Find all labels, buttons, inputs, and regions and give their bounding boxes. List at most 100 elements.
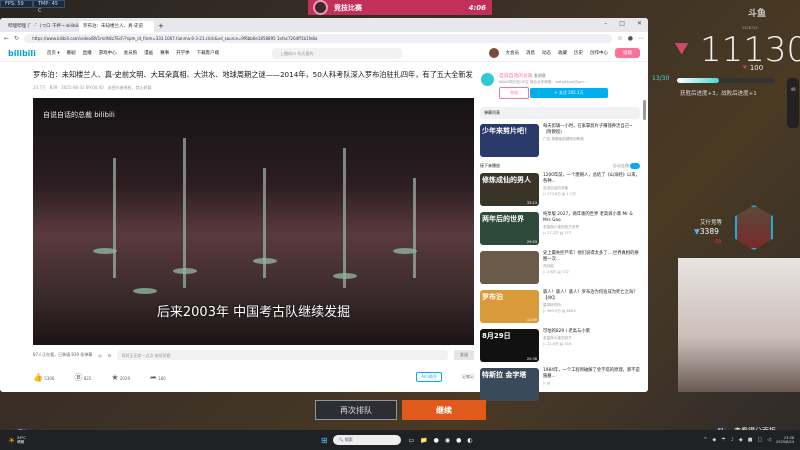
video-subtitle: 后来2003年 中国考古队继续发掘 bbox=[156, 305, 351, 320]
rec-card[interactable]: 特斯拉 金字塔 1984年，一个工程师破解了金字塔的原理，那不是陵墓... ▷ … bbox=[480, 368, 640, 401]
autoplay-toggle[interactable]: 自动连播 bbox=[613, 163, 640, 169]
rec-duration: 20:38 bbox=[526, 357, 537, 361]
nav-download[interactable]: 下载客户端 bbox=[197, 50, 220, 56]
rec-uploader[interactable]: 星球研究所 bbox=[543, 303, 640, 308]
maximize-button[interactable]: □ bbox=[619, 20, 625, 27]
copyright-note: 未经作者授权，禁止转载 bbox=[107, 85, 152, 90]
more-icon[interactable]: ⋯ bbox=[638, 35, 644, 42]
taskbar-search[interactable]: 🔍 搜索 bbox=[332, 435, 401, 445]
rec-uploader[interactable]: 亮剑组 bbox=[543, 264, 640, 269]
video-player[interactable]: 自说自话的总裁 bilibili 后来2003年 中国考古队继续发掘 bbox=[33, 98, 474, 345]
search-input[interactable]: 上播的cs 的天意的 bbox=[272, 48, 402, 59]
rec-thumbnail: 特斯拉 金字塔 bbox=[480, 368, 539, 401]
weather[interactable]: 29°C 晴朗 bbox=[17, 436, 26, 444]
rec-thumbnail bbox=[480, 251, 539, 284]
rec-card[interactable]: 罗布泊 12:09 骇人！骇人！骇人！罗布泊为何会成为死亡之海？【4K】 星球研究… bbox=[480, 290, 640, 323]
requeue-button[interactable]: 再次排队 bbox=[315, 400, 397, 420]
match-timer: 4:06 bbox=[468, 3, 486, 12]
scrollbar[interactable] bbox=[643, 100, 646, 120]
nav-creator[interactable]: 创作中心 bbox=[590, 50, 608, 56]
rec-uploader[interactable]: 老高與小茉的官方世界 bbox=[543, 225, 640, 230]
uploader-avatar[interactable] bbox=[480, 72, 495, 87]
new-tab-button[interactable]: + bbox=[158, 22, 164, 30]
fps-counter: FPS: 59 bbox=[0, 0, 33, 8]
nav-esports[interactable]: 赛事 bbox=[160, 50, 169, 56]
minimize-button[interactable]: – bbox=[604, 20, 607, 27]
follow-button[interactable]: + 关注 205.1万 bbox=[530, 88, 608, 98]
rec-title: 1200年前，一个唐朝人，总结了《山海经》以来，各种... bbox=[543, 173, 640, 184]
taskbar-apps[interactable]: ▭📁●◉●◐ bbox=[409, 437, 479, 444]
rec-title: 纯享版 2027，两年後的世界 老高與小茉 Mr & Mrs Gao bbox=[543, 212, 633, 223]
danmaku-toggle-icon[interactable]: ◎ bbox=[98, 353, 102, 358]
rec-card[interactable]: 两年后的世界 29:53 纯享版 2027，两年後的世界 老高與小茉 Mr & M… bbox=[480, 212, 640, 245]
send-button[interactable]: 发送 bbox=[454, 350, 474, 360]
user-avatar[interactable] bbox=[488, 48, 499, 58]
nav-anime[interactable]: 番剧 bbox=[67, 50, 76, 56]
rec-duration: 12:09 bbox=[526, 318, 537, 322]
rec-card[interactable]: 8月29日 20:38 可怕的829丨老高与小茉 老高與小茉的官方 ▷ 22.9万… bbox=[480, 329, 640, 362]
coin-button[interactable]: Ⓑ 822 bbox=[74, 372, 91, 383]
nav-manga[interactable]: 漫画 bbox=[144, 50, 153, 56]
upload-button[interactable]: 投稿 bbox=[615, 48, 640, 58]
rec-duration: 33:13 bbox=[526, 201, 537, 205]
progress-bar bbox=[677, 78, 775, 83]
rec-stats: ▷ 569.5万 ▤ 6063 bbox=[543, 309, 576, 313]
danmaku-input[interactable]: 再转正还差一点点 继续答题 bbox=[117, 350, 448, 360]
weather-icon[interactable]: ☀ bbox=[8, 436, 15, 445]
nav-school[interactable]: 开学季 bbox=[176, 50, 190, 56]
match-banner: 竞技比赛 4:06 bbox=[308, 0, 492, 15]
ai-assistant-button[interactable]: AI小助手 bbox=[416, 372, 442, 382]
rec-stats: ▷ 17.2万 ▤ 177 bbox=[543, 231, 572, 235]
nav-dynamic[interactable]: 动态 bbox=[542, 50, 551, 56]
taskbar: ☀ 29°C 晴朗 ⊞ 🔍 搜索 ▭📁●◉●◐ ^◆☂♪◆■□◁ 23:38 202… bbox=[0, 430, 800, 450]
system-tray[interactable]: ^◆☂♪◆■□◁ bbox=[703, 437, 776, 443]
rec-thumbnail: 8月29日 20:38 bbox=[480, 329, 539, 362]
tab-bilibili-home[interactable]: 哔哩哔哩 (゜-゜)つロ 干杯~-bilibili bbox=[4, 21, 79, 32]
ad-title: 每天剪辑一小时，在家靠剪片子赚钱养活自己~（附教程） bbox=[543, 124, 633, 135]
rec-title: 史上最失控芦苇！他们说得太多了....世界真相的拼图一次... bbox=[543, 251, 639, 262]
message-button[interactable]: 发消息 bbox=[534, 73, 546, 78]
nav-mall[interactable]: 会员购 bbox=[124, 50, 138, 56]
rec-card[interactable]: 修炼成仙的男人 33:13 1200年前，一个唐朝人，总结了《山海经》以来，各种.… bbox=[480, 173, 640, 206]
publish-date: 2025-08-31 09:00:00 bbox=[61, 85, 104, 90]
danmaku-list-toggle[interactable]: 弹幕列表 bbox=[480, 107, 640, 119]
like-button[interactable]: 👍 5300 bbox=[33, 373, 54, 382]
notes-button[interactable]: 记笔记 bbox=[462, 374, 474, 380]
danmaku-settings-icon[interactable]: ⚙ bbox=[108, 353, 112, 358]
star-icon[interactable]: ☆ bbox=[617, 35, 622, 42]
rec-uploader[interactable]: 老高與小茉的官方 bbox=[543, 336, 590, 341]
uploader-name[interactable]: 自说自话的总裁 bbox=[499, 74, 533, 79]
clock[interactable]: 23:38 2025/8/24 bbox=[776, 436, 794, 444]
uploader-card: 自说自话的总裁 发消息 bilibili知识区UP主 商业合作邮箱：softal… bbox=[480, 72, 640, 99]
close-button[interactable]: ✕ bbox=[637, 20, 642, 27]
nav-live[interactable]: 直播 bbox=[83, 50, 92, 56]
nav-vip[interactable]: 大会员 bbox=[506, 50, 520, 56]
start-icon[interactable]: ⊞ bbox=[321, 436, 328, 445]
nav-messages[interactable]: 消息 bbox=[526, 50, 535, 56]
player-rank: ▼3389 bbox=[694, 227, 719, 236]
ad-card[interactable]: 少年来剪片吧！ 每天剪辑一小时，在家靠剪片子赚钱养活自己~（附教程） 广告 零基础… bbox=[480, 124, 640, 157]
continue-button[interactable]: 继续 bbox=[402, 400, 486, 420]
profile-icon[interactable]: ● bbox=[628, 35, 633, 42]
charge-button[interactable]: 充电 bbox=[499, 87, 529, 99]
address-bar[interactable]: https://www.bilibili.com/video/BV1mdh8z7… bbox=[24, 34, 613, 43]
watching-count: 87人正在看，已装填 839 条弹幕 bbox=[33, 352, 93, 357]
bilibili-logo[interactable]: bilibili bbox=[8, 49, 36, 58]
nav-games[interactable]: 游戏中心 bbox=[99, 50, 117, 56]
reload-icon[interactable]: ↻ bbox=[14, 35, 19, 42]
nav-favorites[interactable]: 收藏 bbox=[558, 50, 567, 56]
tab-video[interactable]: 罗布泊：未知楼兰人、真-史前 bbox=[79, 21, 154, 32]
back-icon[interactable]: ← bbox=[4, 35, 9, 42]
progress-note: 获胜后进度+3，战败后进度+1 bbox=[680, 91, 757, 97]
ad-source: 零基础剪辑特训教程 bbox=[551, 137, 584, 141]
rec-title: 1984年，一个工程师破解了金字塔的原理，那不是陵墓... bbox=[543, 368, 640, 379]
rec-card[interactable]: 史上最失控芦苇！他们说得太多了....世界真相的拼图一次... 亮剑组 ▷ 2.… bbox=[480, 251, 640, 284]
sidebar: 自说自话的总裁 发消息 bilibili知识区UP主 商业合作邮箱：softal… bbox=[480, 72, 640, 401]
star-icon: ★ bbox=[111, 372, 119, 382]
nav-home[interactable]: 首页 ▾ bbox=[47, 50, 60, 56]
favorite-button[interactable]: ★ 2029 bbox=[111, 373, 130, 382]
side-toolbar[interactable]: 49 bbox=[787, 78, 799, 128]
nav-history[interactable]: 历史 bbox=[574, 50, 583, 56]
share-button[interactable]: ➦ 180 bbox=[150, 373, 166, 382]
rec-uploader[interactable]: 自说自话的总裁 bbox=[543, 186, 640, 191]
